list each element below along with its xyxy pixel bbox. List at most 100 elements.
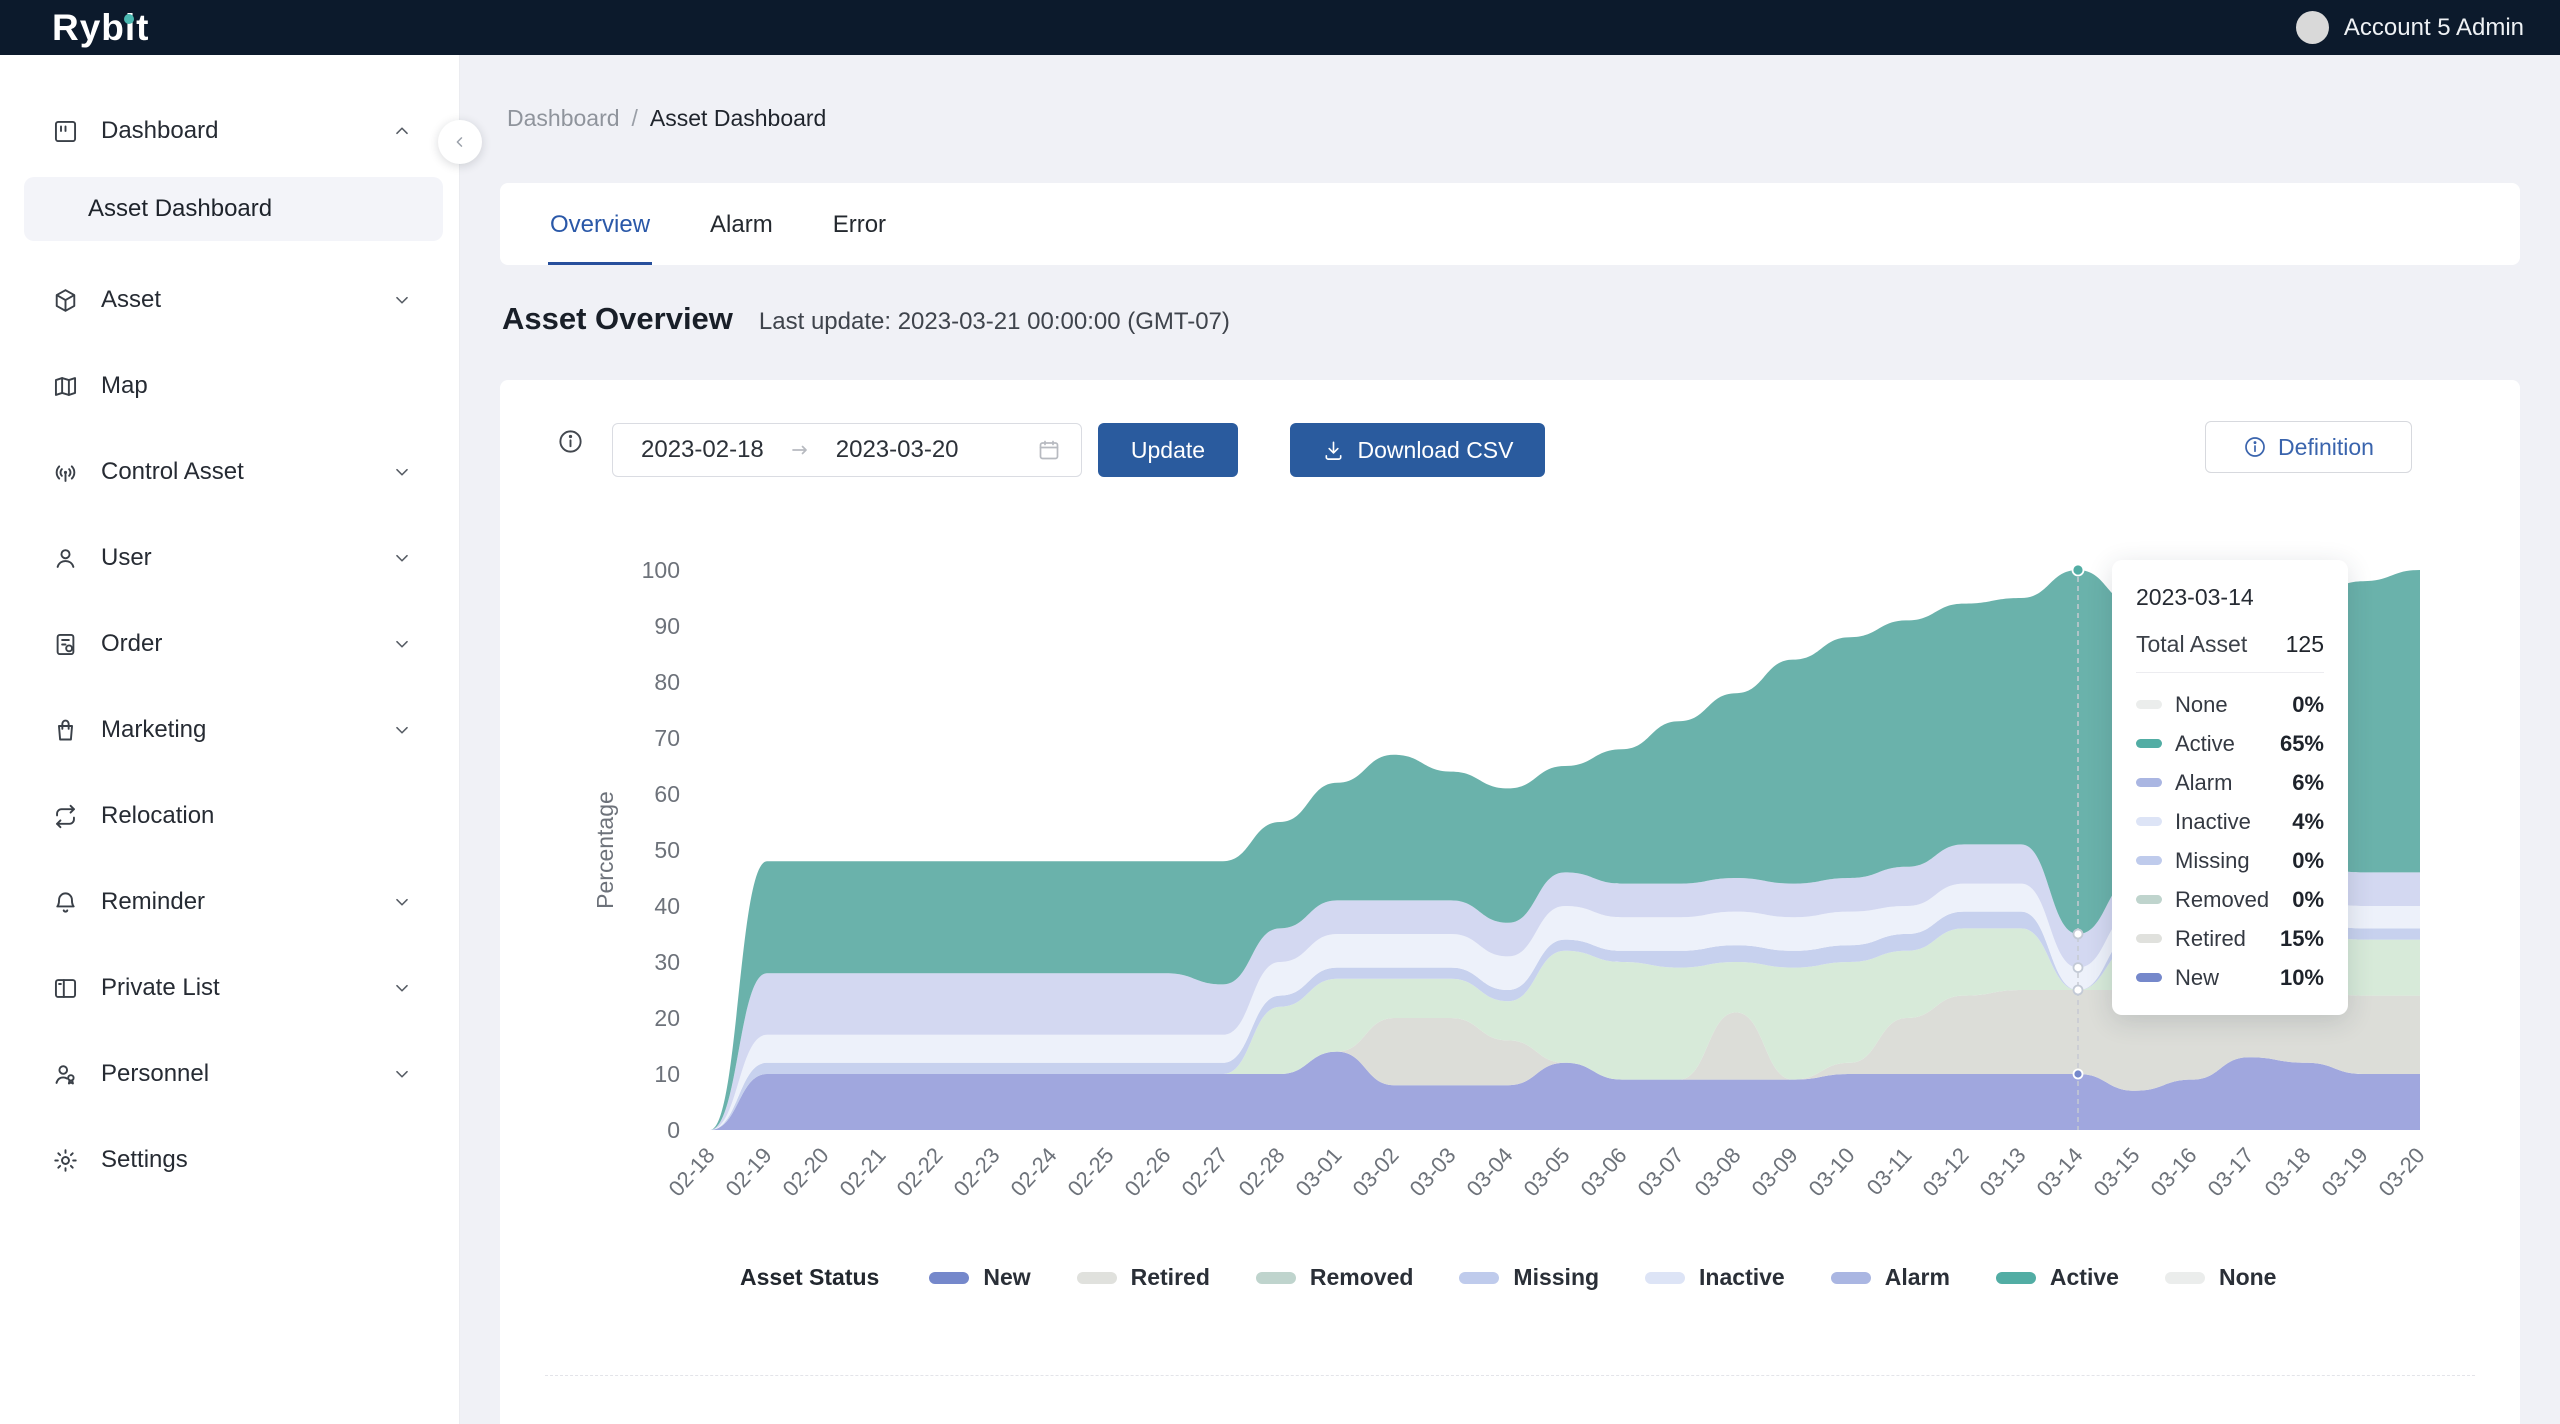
tooltip-series-value: 10% bbox=[2280, 965, 2324, 991]
private-list-icon bbox=[52, 975, 79, 1002]
tooltip-row-alarm: Alarm6% bbox=[2136, 763, 2324, 802]
sidebar-item-personnel[interactable]: Personnel bbox=[0, 1044, 459, 1104]
legend-swatch bbox=[1996, 1272, 2036, 1284]
sidebar-item-label: User bbox=[101, 544, 152, 572]
sidebar-item-label: Asset Dashboard bbox=[88, 195, 272, 223]
tooltip-row-missing: Missing0% bbox=[2136, 841, 2324, 880]
tooltip-series-value: 65% bbox=[2280, 731, 2324, 757]
svg-text:02-26: 02-26 bbox=[1119, 1143, 1175, 1202]
tooltip-swatch bbox=[2136, 973, 2162, 982]
tooltip-swatch bbox=[2136, 817, 2162, 826]
chevron-down-icon bbox=[391, 289, 413, 311]
calendar-icon bbox=[1037, 438, 1061, 462]
tooltip-row-inactive: Inactive4% bbox=[2136, 802, 2324, 841]
sidebar-item-settings[interactable]: Settings bbox=[0, 1130, 459, 1190]
tooltip-series-name: Removed bbox=[2175, 887, 2292, 913]
chart-tooltip: 2023-03-14 Total Asset 125 None0%Active6… bbox=[2112, 560, 2348, 1015]
account-menu[interactable]: Account 5 Admin bbox=[2296, 11, 2524, 44]
svg-text:03-06: 03-06 bbox=[1575, 1143, 1631, 1202]
brand-text: Rybit bbox=[52, 7, 150, 48]
sidebar-item-control-asset[interactable]: Control Asset bbox=[0, 442, 459, 502]
chevron-up-icon bbox=[391, 120, 413, 142]
sidebar-item-asset[interactable]: Asset bbox=[0, 270, 459, 330]
legend-item-active[interactable]: Active bbox=[1996, 1264, 2119, 1291]
asset-overview-card: 2023-02-18 2023-03-20 Update Download CS… bbox=[500, 380, 2520, 1424]
legend-item-removed[interactable]: Removed bbox=[1256, 1264, 1414, 1291]
sidebar-item-reminder[interactable]: Reminder bbox=[0, 872, 459, 932]
svg-text:100: 100 bbox=[642, 557, 680, 583]
chevron-down-icon bbox=[391, 891, 413, 913]
chevron-down-icon bbox=[391, 1063, 413, 1085]
tab-error[interactable]: Error bbox=[831, 187, 888, 265]
main-content: Dashboard / Asset Dashboard Overview Alar… bbox=[460, 55, 2560, 1424]
legend-item-alarm[interactable]: Alarm bbox=[1831, 1264, 1950, 1291]
svg-text:02-25: 02-25 bbox=[1062, 1143, 1118, 1202]
svg-text:03-07: 03-07 bbox=[1632, 1143, 1688, 1202]
settings-icon bbox=[52, 1147, 79, 1174]
tab-bar: Overview Alarm Error bbox=[500, 183, 2520, 265]
date-end-value: 2023-03-20 bbox=[836, 436, 959, 464]
legend-item-new[interactable]: New bbox=[929, 1264, 1030, 1291]
download-csv-button[interactable]: Download CSV bbox=[1290, 423, 1545, 477]
svg-text:40: 40 bbox=[654, 893, 680, 919]
svg-text:02-24: 02-24 bbox=[1005, 1143, 1061, 1202]
info-icon[interactable] bbox=[557, 428, 584, 455]
legend-item-retired[interactable]: Retired bbox=[1077, 1264, 1210, 1291]
arrow-right-icon bbox=[788, 438, 812, 462]
legend-label: Removed bbox=[1310, 1264, 1414, 1291]
svg-text:02-27: 02-27 bbox=[1176, 1143, 1232, 1202]
tooltip-swatch bbox=[2136, 778, 2162, 787]
svg-text:03-17: 03-17 bbox=[2202, 1143, 2258, 1202]
svg-text:20: 20 bbox=[654, 1005, 680, 1031]
sidebar-item-map[interactable]: Map bbox=[0, 356, 459, 416]
svg-text:03-18: 03-18 bbox=[2259, 1143, 2315, 1202]
brand-dot-icon bbox=[124, 14, 134, 24]
tooltip-series-name: None bbox=[2175, 692, 2292, 718]
legend-swatch bbox=[1256, 1272, 1296, 1284]
sidebar-item-relocation[interactable]: Relocation bbox=[0, 786, 459, 846]
svg-text:03-04: 03-04 bbox=[1461, 1143, 1517, 1202]
tab-alarm[interactable]: Alarm bbox=[708, 187, 775, 265]
tooltip-series-name: Alarm bbox=[2175, 770, 2292, 796]
svg-text:Percentage: Percentage bbox=[592, 791, 618, 909]
info-circle-icon bbox=[2243, 435, 2267, 459]
legend-item-none[interactable]: None bbox=[2165, 1264, 2277, 1291]
svg-text:70: 70 bbox=[654, 725, 680, 751]
legend-swatch bbox=[2165, 1272, 2205, 1284]
sidebar-item-label: Private List bbox=[101, 974, 220, 1002]
sidebar-collapse-button[interactable] bbox=[438, 120, 482, 164]
definition-button[interactable]: Definition bbox=[2205, 421, 2412, 473]
last-update-text: Last update: 2023-03-21 00:00:00 (GMT-07… bbox=[759, 308, 1230, 336]
sidebar-item-user[interactable]: User bbox=[0, 528, 459, 588]
legend-label: None bbox=[2219, 1264, 2277, 1291]
svg-text:60: 60 bbox=[654, 781, 680, 807]
svg-text:03-14: 03-14 bbox=[2031, 1143, 2087, 1202]
sidebar-item-dashboard[interactable]: Dashboard bbox=[0, 101, 459, 161]
svg-text:03-10: 03-10 bbox=[1803, 1143, 1859, 1202]
brand-logo[interactable]: Rybit bbox=[52, 7, 150, 49]
title-row: Asset Overview Last update: 2023-03-21 0… bbox=[502, 301, 1230, 337]
tooltip-swatch bbox=[2136, 895, 2162, 904]
sidebar-item-label: Reminder bbox=[101, 888, 205, 916]
svg-text:02-28: 02-28 bbox=[1233, 1143, 1289, 1202]
sidebar-item-label: Asset bbox=[101, 286, 161, 314]
svg-text:90: 90 bbox=[654, 613, 680, 639]
date-range-input[interactable]: 2023-02-18 2023-03-20 bbox=[612, 423, 1082, 477]
breadcrumb-parent[interactable]: Dashboard bbox=[507, 105, 620, 132]
legend-swatch bbox=[1645, 1272, 1685, 1284]
sidebar-item-private-list[interactable]: Private List bbox=[0, 958, 459, 1018]
sidebar-item-marketing[interactable]: Marketing bbox=[0, 700, 459, 760]
tooltip-row-retired: Retired15% bbox=[2136, 919, 2324, 958]
legend-item-missing[interactable]: Missing bbox=[1459, 1264, 1599, 1291]
sidebar-item-asset-dashboard[interactable]: Asset Dashboard bbox=[24, 177, 443, 241]
sidebar-item-label: Dashboard bbox=[101, 117, 218, 145]
legend-item-inactive[interactable]: Inactive bbox=[1645, 1264, 1785, 1291]
svg-text:80: 80 bbox=[654, 669, 680, 695]
tab-overview[interactable]: Overview bbox=[548, 187, 652, 265]
breadcrumb: Dashboard / Asset Dashboard bbox=[507, 105, 826, 132]
sidebar-item-order[interactable]: Order bbox=[0, 614, 459, 674]
tooltip-series-name: Missing bbox=[2175, 848, 2292, 874]
sidebar-item-label: Control Asset bbox=[101, 458, 244, 486]
update-button[interactable]: Update bbox=[1098, 423, 1238, 477]
tooltip-series-name: Retired bbox=[2175, 926, 2280, 952]
